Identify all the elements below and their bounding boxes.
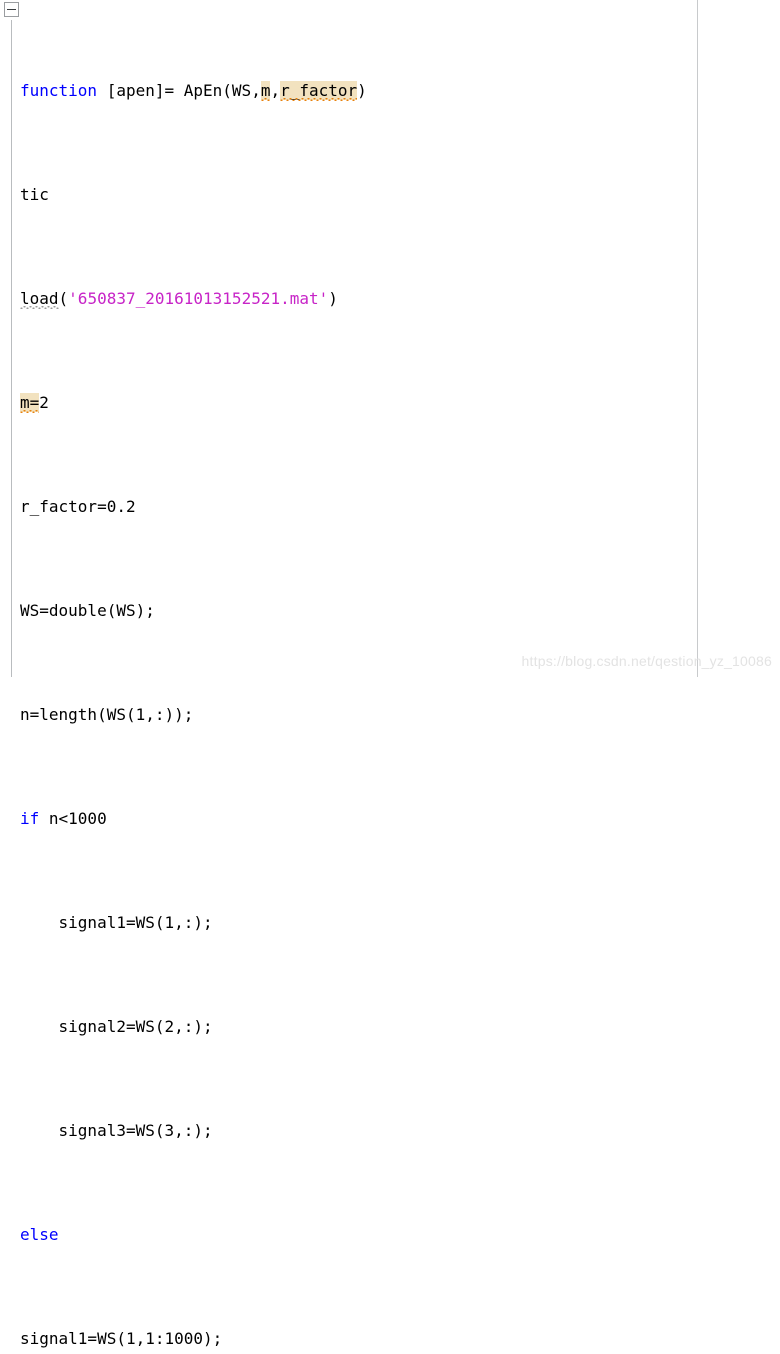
code-line-1[interactable]: function [apen]= ApEn(WS,m,r_factor): [20, 78, 690, 104]
function-load: load: [20, 289, 59, 308]
signature-comma: ,: [270, 81, 281, 100]
signature-close-paren: ): [357, 81, 367, 100]
code-line-13[interactable]: signal1=WS(1,1:1000);: [20, 1326, 690, 1352]
code-line-8[interactable]: if n<1000: [20, 806, 690, 832]
assignment-m: m=: [20, 393, 40, 412]
editor-pane-divider: [697, 0, 698, 677]
if-condition: n<1000: [39, 809, 107, 828]
code-line-2[interactable]: tic: [20, 182, 690, 208]
value-m: 2: [39, 393, 49, 412]
code-line-6[interactable]: WS=double(WS);: [20, 598, 690, 624]
code-fold-rule: [11, 20, 12, 677]
statement-signal3-a: signal3=WS(3,:);: [20, 1121, 213, 1140]
string-literal-matfile: '650837_20161013152521.mat': [68, 289, 329, 308]
csdn-watermark: https://blog.csdn.net/qestion_yz_10086: [521, 653, 772, 669]
code-fold-toggle-icon[interactable]: [4, 2, 19, 17]
load-open-paren: (: [58, 289, 69, 308]
statement-tic: tic: [20, 185, 49, 204]
code-line-12[interactable]: else: [20, 1222, 690, 1248]
statement-signal1-b: signal1=WS(1,1:1000);: [20, 1329, 223, 1348]
function-signature-head: [apen]= ApEn(WS,: [97, 81, 261, 100]
matlab-code-editor[interactable]: function [apen]= ApEn(WS,m,r_factor) tic…: [0, 0, 780, 1348]
code-line-4[interactable]: m=2: [20, 390, 690, 416]
value-r-factor: 0.2: [106, 497, 136, 516]
code-line-11[interactable]: signal3=WS(3,:);: [20, 1118, 690, 1144]
statement-ws-double: WS=double(WS);: [20, 601, 155, 620]
code-line-10[interactable]: signal2=WS(2,:);: [20, 1014, 690, 1040]
code-content[interactable]: function [apen]= ApEn(WS,m,r_factor) tic…: [20, 0, 690, 1354]
code-line-9[interactable]: signal1=WS(1,:);: [20, 910, 690, 936]
variable-m-highlight: m: [260, 81, 271, 100]
code-line-3[interactable]: load('650837_20161013152521.mat'): [20, 286, 690, 312]
keyword-else: else: [20, 1225, 59, 1244]
statement-n-length: n=length(WS(1,:));: [20, 705, 194, 724]
code-line-7[interactable]: n=length(WS(1,:));: [20, 702, 690, 728]
variable-r-factor-highlight: r_factor: [280, 81, 358, 100]
code-line-5[interactable]: r_factor=0.2: [20, 494, 690, 520]
assignment-r-factor-name: r_factor=: [20, 497, 107, 516]
statement-signal1-a: signal1=WS(1,:);: [20, 913, 213, 932]
keyword-function: function: [20, 81, 98, 100]
keyword-if: if: [20, 809, 40, 828]
statement-signal2-a: signal2=WS(2,:);: [20, 1017, 213, 1036]
load-close-paren: ): [328, 289, 338, 308]
